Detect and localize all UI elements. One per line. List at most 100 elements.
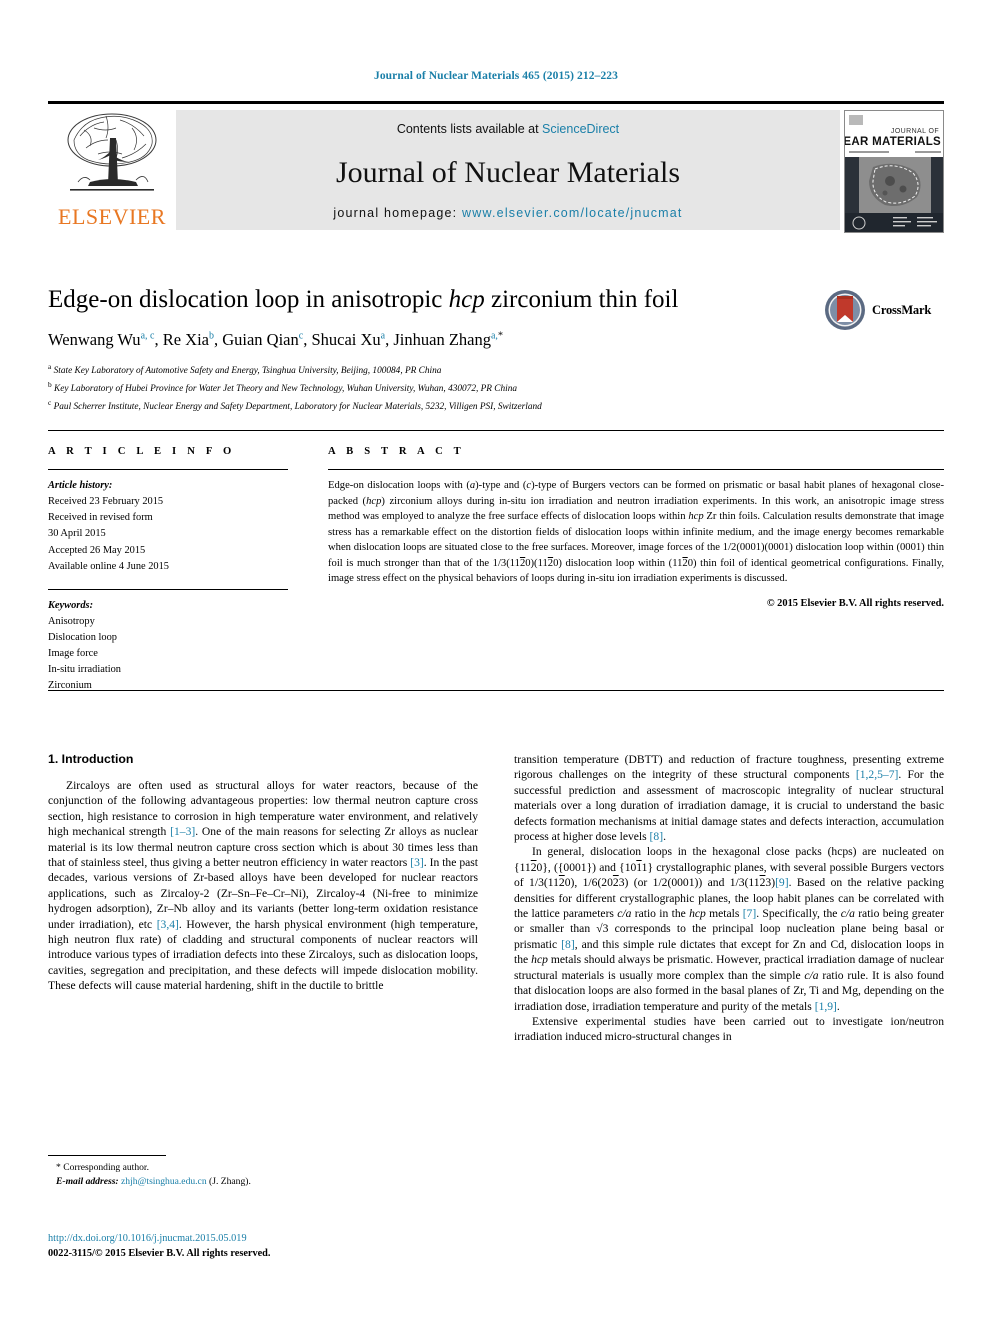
- keyword-item: Zirconium: [48, 680, 92, 692]
- citation-ref[interactable]: [8]: [561, 938, 575, 951]
- title-part-1: Edge-on dislocation loop in anisotropic: [48, 286, 449, 313]
- affiliation-text: State Key Laboratory of Automotive Safet…: [53, 366, 442, 377]
- corresponding-author-mark: *: [497, 330, 503, 342]
- citation-ref[interactable]: [7]: [743, 907, 757, 920]
- abstract-column: A B S T R A C T Edge-on dislocation loop…: [316, 446, 944, 695]
- body-columns: 1. Introduction Zircaloys are often used…: [48, 752, 944, 1045]
- contents-available-line: Contents lists available at ScienceDirec…: [176, 122, 840, 136]
- citation-ref[interactable]: [1,9]: [815, 1000, 837, 1013]
- history-item: Available online 4 June 2015: [48, 560, 170, 572]
- info-abstract-row: A R T I C L E I N F O Article history: R…: [48, 446, 944, 695]
- body-column-left: 1. Introduction Zircaloys are often used…: [48, 752, 478, 1045]
- homepage-prefix: journal homepage:: [333, 206, 462, 220]
- article-info-heading: A R T I C L E I N F O: [48, 446, 236, 457]
- affiliation-text: Paul Scherrer Institute, Nuclear Energy …: [53, 402, 542, 413]
- affiliation-mark: c: [48, 398, 52, 408]
- keyword-item: Anisotropy: [48, 615, 95, 627]
- footnote-rule: [48, 1155, 166, 1156]
- journal-cover-thumbnail: JOURNAL OF NUCLEAR MATERIALS: [844, 110, 944, 233]
- author-affil-mark: a,: [490, 330, 498, 342]
- email-label: E-mail address:: [56, 1175, 119, 1187]
- issn-copyright-line: 0022-3115/© 2015 Elsevier B.V. All right…: [48, 1247, 271, 1259]
- history-item: 30 April 2015: [48, 528, 106, 540]
- email-owner: (J. Zhang).: [209, 1175, 251, 1187]
- cover-artwork-icon: JOURNAL OF NUCLEAR MATERIALS: [845, 111, 943, 232]
- email-link[interactable]: zhjh@tsinghua.edu.cn: [121, 1176, 207, 1187]
- footnote-block: * Corresponding author. E-mail address: …: [48, 1155, 478, 1189]
- abstract-heading: A B S T R A C T: [328, 446, 465, 457]
- journal-homepage-link[interactable]: www.elsevier.com/locate/jnucmat: [462, 206, 683, 220]
- section-heading-introduction: 1. Introduction: [48, 752, 134, 766]
- author-affil-mark: a, c: [140, 330, 155, 342]
- elsevier-logo: ELSEVIER: [48, 104, 176, 230]
- article-history-label: Article history:: [48, 480, 113, 491]
- history-item: Accepted 26 May 2015: [48, 544, 146, 556]
- affiliation-list: a State Key Laboratory of Automotive Saf…: [48, 361, 944, 415]
- sciencedirect-link[interactable]: ScienceDirect: [542, 122, 619, 136]
- email-note: E-mail address: zhjh@tsinghua.edu.cn (J.…: [48, 1175, 478, 1189]
- affiliation-mark: b: [48, 380, 52, 390]
- author-name: Jinhuan Zhang: [393, 329, 491, 349]
- history-item: Received in revised form: [48, 512, 153, 524]
- journal-homepage-line: journal homepage: www.elsevier.com/locat…: [176, 206, 840, 220]
- citation-ref[interactable]: [3]: [410, 856, 424, 869]
- paragraph: In general, dislocation loops in the hex…: [514, 845, 945, 1013]
- author-list: Wenwang Wua, c, Re Xiab, Guian Qianc, Sh…: [48, 329, 503, 349]
- journal-title: Journal of Nuclear Materials: [335, 155, 681, 189]
- author-name: Wenwang Wu: [48, 329, 141, 349]
- author-affil-mark: c: [298, 330, 304, 342]
- keyword-item: In-situ irradiation: [48, 664, 122, 676]
- citation-ref[interactable]: [1–3]: [170, 825, 195, 838]
- svg-text:JOURNAL OF: JOURNAL OF: [891, 128, 939, 135]
- article-info-rule: [48, 469, 288, 470]
- footer-doi-block: http://dx.doi.org/10.1016/j.jnucmat.2015…: [48, 1232, 478, 1262]
- author-name: Shucai Xu: [311, 329, 381, 349]
- doi-link[interactable]: http://dx.doi.org/10.1016/j.jnucmat.2015…: [48, 1232, 478, 1247]
- journal-cover-block: JOURNAL OF NUCLEAR MATERIALS: [840, 110, 944, 233]
- abstract-bottom-rule: [48, 690, 944, 691]
- elsevier-tree-icon: [67, 113, 157, 191]
- elsevier-wordmark: ELSEVIER: [58, 204, 166, 229]
- citation-ref[interactable]: [1,2,5–7]: [856, 768, 899, 781]
- keywords-label: Keywords:: [48, 599, 94, 611]
- keyword-item: Dislocation loop: [48, 632, 117, 643]
- abstract-copyright: © 2015 Elsevier B.V. All rights reserved…: [766, 597, 944, 609]
- contents-prefix: Contents lists available at: [396, 122, 543, 136]
- author-affil-mark: a: [380, 330, 386, 342]
- crossmark-badge[interactable]: CrossMark: [824, 286, 942, 334]
- affiliation-mark: a: [48, 362, 52, 372]
- crossmark-label: CrossMark: [872, 302, 932, 317]
- citation-ref[interactable]: [9]: [775, 876, 789, 889]
- masthead-center-panel: Contents lists available at ScienceDirec…: [176, 110, 840, 230]
- affiliation-item: b Key Laboratory of Hubei Province for W…: [48, 379, 944, 397]
- paragraph: Extensive experimental studies have been…: [514, 1014, 944, 1044]
- abstract-rule: [328, 469, 944, 470]
- page-title: Edge-on dislocation loop in anisotropic …: [48, 286, 788, 315]
- citation-ref[interactable]: [3,4]: [157, 918, 179, 931]
- paragraph: Zircaloys are often used as structural a…: [48, 779, 478, 993]
- journal-article-page: Journal of Nuclear Materials 465 (2015) …: [0, 0, 992, 1323]
- corresponding-author-note: * Corresponding author.: [56, 1162, 149, 1173]
- affiliation-item: a State Key Laboratory of Automotive Saf…: [48, 361, 944, 379]
- keyword-item: Image force: [48, 648, 98, 660]
- crossmark-icon: [825, 290, 865, 330]
- author-affil-mark: b: [208, 330, 214, 342]
- affiliation-text: Key Laboratory of Hubei Province for Wat…: [54, 384, 518, 395]
- citation-ref[interactable]: [8]: [650, 830, 664, 843]
- history-item: Received 23 February 2015: [48, 496, 164, 508]
- title-italic-hcp: hcp: [448, 286, 485, 313]
- journal-masthead: ELSEVIER Contents lists available at Sci…: [48, 101, 944, 233]
- keywords-rule: [48, 588, 288, 590]
- info-section-top-rule: [48, 430, 944, 431]
- svg-text:NUCLEAR MATERIALS: NUCLEAR MATERIALS: [845, 136, 941, 148]
- affiliation-item: c Paul Scherrer Institute, Nuclear Energ…: [48, 397, 944, 415]
- title-area: Edge-on dislocation loop in anisotropic …: [48, 286, 944, 415]
- title-part-2: zirconium thin foil: [484, 286, 679, 313]
- article-info-column: A R T I C L E I N F O Article history: R…: [48, 446, 316, 695]
- running-head: Journal of Nuclear Materials 465 (2015) …: [373, 70, 619, 82]
- paragraph: transition temperature (DBTT) and reduct…: [514, 753, 944, 844]
- abstract-body: Edge-on dislocation loops with (a)-type …: [328, 480, 945, 585]
- author-name: Re Xia: [162, 329, 209, 349]
- author-name: Guian Qian: [222, 329, 299, 349]
- body-column-right: transition temperature (DBTT) and reduct…: [514, 752, 944, 1045]
